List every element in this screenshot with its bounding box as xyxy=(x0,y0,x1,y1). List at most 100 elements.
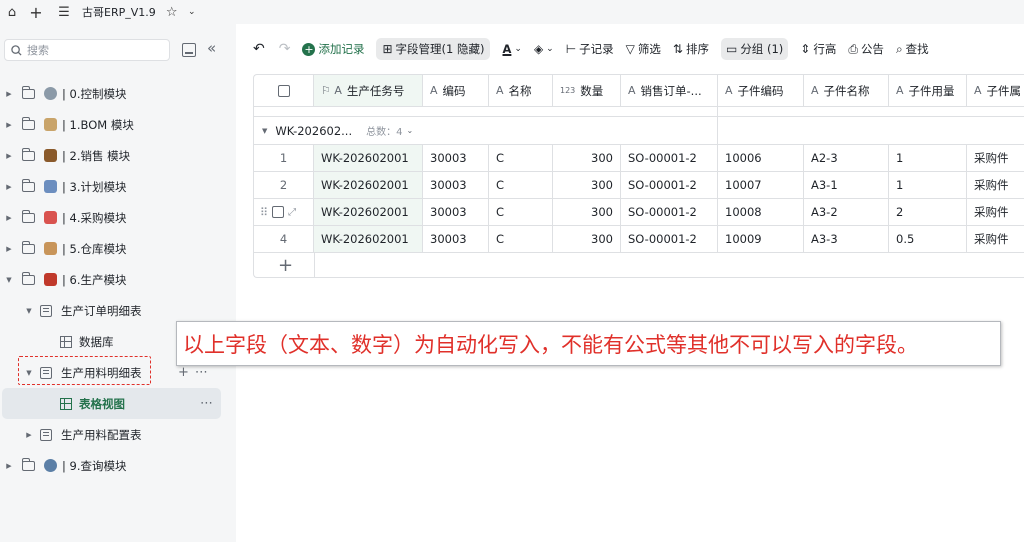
plus-icon[interactable]: + xyxy=(28,3,44,22)
double-chevron-left-icon[interactable]: « xyxy=(207,39,216,57)
cell-part-qty[interactable]: 2 xyxy=(889,199,967,225)
column-header-qty[interactable]: 123 数量 xyxy=(553,75,621,106)
caret-right-icon[interactable]: ▶ xyxy=(24,431,34,439)
cell-part-name[interactable]: A2-3 xyxy=(804,145,889,171)
column-header-task[interactable]: ⚐ A 生产任务号 xyxy=(314,75,423,106)
cell-task[interactable]: WK-202602001 xyxy=(314,199,423,225)
sidebar-item-plan[interactable]: ▶ | 3.计划模块 xyxy=(0,171,236,202)
cell-part-code[interactable]: 10007 xyxy=(718,172,804,198)
caret-right-icon[interactable]: ▶ xyxy=(4,90,14,98)
caret-down-icon[interactable]: ▼ xyxy=(262,127,267,135)
row-checkbox[interactable] xyxy=(272,206,285,218)
cell-name[interactable]: C xyxy=(489,172,553,198)
caret-right-icon[interactable]: ▶ xyxy=(4,121,14,129)
cell-qty[interactable]: 300 xyxy=(553,199,621,225)
cell-qty[interactable]: 300 xyxy=(553,145,621,171)
cell-part-code[interactable]: 10008 xyxy=(718,199,804,225)
sidebar-item-bom[interactable]: ▶ | 1.BOM 模块 xyxy=(0,109,236,140)
table-row[interactable]: 4 WK-202602001 30003 C 300 SO-00001-2 10… xyxy=(254,226,1024,253)
expand-icon[interactable]: ⤢ xyxy=(288,207,296,218)
undo-icon[interactable]: ↶ xyxy=(253,41,265,57)
sub-record-button[interactable]: ⊢ 子记录 xyxy=(566,41,614,57)
field-manage-button[interactable]: ⊞ 字段管理(1 隐藏) xyxy=(376,38,491,60)
menu-icon[interactable]: ☰ xyxy=(56,4,72,20)
column-header-part-qty[interactable]: A 子件用量 xyxy=(889,75,967,106)
cell-part-code[interactable]: 10009 xyxy=(718,226,804,252)
cell-code[interactable]: 30003 xyxy=(423,172,489,198)
caret-right-icon[interactable]: ▶ xyxy=(4,183,14,191)
cell-task[interactable]: WK-202602001 xyxy=(314,172,423,198)
add-row[interactable]: + xyxy=(254,253,1024,277)
table-row[interactable]: ⠿ ⤢ WK-202602001 30003 C 300 SO-00001-2 … xyxy=(254,199,1024,226)
column-header-sales-order[interactable]: A 销售订单-... xyxy=(621,75,718,106)
cell-sales-order[interactable]: SO-00001-2 xyxy=(621,145,718,171)
caret-down-icon[interactable]: ▼ xyxy=(24,307,34,315)
cell-part-name[interactable]: A3-1 xyxy=(804,172,889,198)
cell-qty[interactable]: 300 xyxy=(553,172,621,198)
sort-button[interactable]: ⇅ 排序 xyxy=(673,41,709,57)
home-icon[interactable]: ⌂ xyxy=(4,4,20,20)
add-record-button[interactable]: + 添加记录 xyxy=(302,41,364,57)
group-button[interactable]: ▭ 分组 (1) xyxy=(720,38,789,60)
cell-sales-order[interactable]: SO-00001-2 xyxy=(621,172,718,198)
group-header-row[interactable]: ▼ WK-202602... 总数：4 ⌄ xyxy=(254,117,1024,145)
cell-part-name[interactable]: A3-3 xyxy=(804,226,889,252)
cell-part-attr[interactable]: 采购件 xyxy=(967,172,1024,198)
cell-part-qty[interactable]: 1 xyxy=(889,172,967,198)
find-button[interactable]: ⌕ 查找 xyxy=(896,41,929,57)
star-icon[interactable]: ☆ xyxy=(164,4,180,20)
table-row[interactable]: 1 WK-202602001 30003 C 300 SO-00001-2 10… xyxy=(254,145,1024,172)
column-header-name[interactable]: A 名称 xyxy=(489,75,553,106)
cell-sales-order[interactable]: SO-00001-2 xyxy=(621,199,718,225)
fill-color-button[interactable]: ◈ ⌄ xyxy=(534,42,554,56)
caret-right-icon[interactable]: ▶ xyxy=(4,214,14,222)
cell-code[interactable]: 30003 xyxy=(423,199,489,225)
sidebar-item-warehouse[interactable]: ▶ | 5.仓库模块 xyxy=(0,233,236,264)
cell-part-qty[interactable]: 0.5 xyxy=(889,226,967,252)
cell-name[interactable]: C xyxy=(489,226,553,252)
chevron-down-icon[interactable]: ⌄ xyxy=(184,4,200,20)
drag-handle-icon[interactable]: ⠿ xyxy=(260,206,268,219)
cell-qty[interactable]: 300 xyxy=(553,226,621,252)
sidebar-item-production[interactable]: ▼ | 6.生产模块 xyxy=(0,264,236,295)
cell-part-attr[interactable]: 采购件 xyxy=(967,199,1024,225)
notice-button[interactable]: ⎙ 公告 xyxy=(848,41,884,57)
cell-part-name[interactable]: A3-2 xyxy=(804,199,889,225)
add-icon[interactable]: + xyxy=(178,365,195,380)
cell-task[interactable]: WK-202602001 xyxy=(314,226,423,252)
chevron-down-icon[interactable]: ⌄ xyxy=(407,126,414,135)
caret-down-icon[interactable]: ▼ xyxy=(4,276,14,284)
more-icon[interactable]: ⋯ xyxy=(200,396,213,411)
redo-icon[interactable]: ↷ xyxy=(279,41,291,57)
cell-code[interactable]: 30003 xyxy=(423,226,489,252)
filter-button[interactable]: ▽ 筛选 xyxy=(626,41,661,57)
add-row-icon[interactable]: + xyxy=(278,255,293,276)
cell-code[interactable]: 30003 xyxy=(423,145,489,171)
caret-right-icon[interactable]: ▶ xyxy=(4,245,14,253)
cell-sales-order[interactable]: SO-00001-2 xyxy=(621,226,718,252)
more-icon[interactable]: ⋯ xyxy=(195,365,214,380)
cell-part-attr[interactable]: 采购件 xyxy=(967,145,1024,171)
sidebar-item-grid-view[interactable]: 表格视图 ⋯ xyxy=(2,388,221,419)
cell-name[interactable]: C xyxy=(489,145,553,171)
cell-name[interactable]: C xyxy=(489,199,553,225)
column-header-part-name[interactable]: A 子件名称 xyxy=(804,75,889,106)
caret-right-icon[interactable]: ▶ xyxy=(4,152,14,160)
sidebar-item-query[interactable]: ▶ | 9.查询模块 xyxy=(0,450,236,481)
cell-task[interactable]: WK-202602001 xyxy=(314,145,423,171)
table-row[interactable]: 2 WK-202602001 30003 C 300 SO-00001-2 10… xyxy=(254,172,1024,199)
sidebar-item-control[interactable]: ▶ | 0.控制模块 xyxy=(0,78,236,109)
column-header-part-code[interactable]: A 子件编码 xyxy=(718,75,804,106)
row-height-button[interactable]: ⇕ 行高 xyxy=(800,41,836,57)
cell-part-qty[interactable]: 1 xyxy=(889,145,967,171)
sidebar-item-sales[interactable]: ▶ | 2.销售 模块 xyxy=(0,140,236,171)
column-header-code[interactable]: A 编码 xyxy=(423,75,489,106)
collapse-panel-icon[interactable] xyxy=(182,43,196,57)
cell-part-code[interactable]: 10006 xyxy=(718,145,804,171)
caret-right-icon[interactable]: ▶ xyxy=(4,462,14,470)
select-all-checkbox[interactable] xyxy=(254,75,314,106)
search-input[interactable]: 搜索 xyxy=(4,39,170,61)
text-color-button[interactable]: A ⌄ xyxy=(502,42,521,56)
sidebar-item-purchase[interactable]: ▶ | 4.采购模块 xyxy=(0,202,236,233)
sidebar-item-config-table[interactable]: ▶ 生产用料配置表 xyxy=(0,419,236,450)
